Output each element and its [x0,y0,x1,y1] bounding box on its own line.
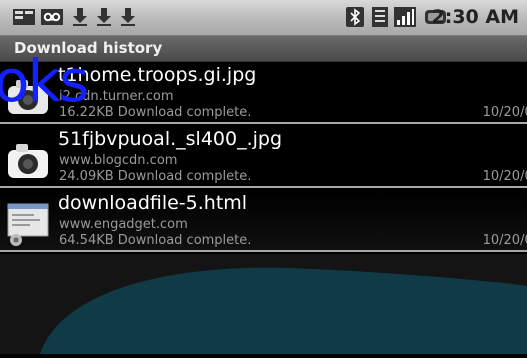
download-date: 10/20/08 [482,105,527,120]
home-wallpaper [0,254,527,354]
wifi-icon [372,7,388,27]
download-icon[interactable] [72,7,88,27]
file-domain: www.blogcdn.com [59,153,178,168]
voicemail-icon[interactable] [40,7,64,27]
file-name: t1home.troops.gi.jpg [58,64,257,86]
camera-icon [8,144,48,178]
download-icon[interactable] [96,7,112,27]
file-name: 51fjbvpuoal._sl400_.jpg [58,128,283,150]
sms-notification-icon[interactable] [12,7,36,27]
download-date: 10/20/08 [482,169,527,184]
download-status: 24.09KB Download complete. [59,169,252,184]
bluetooth-icon [346,7,364,27]
download-status: 16.22KB Download complete. [59,105,252,120]
download-status: 64.54KB Download complete. [59,233,252,248]
list-item[interactable]: downloadfile-5.html www.engadget.com 64.… [0,190,527,252]
file-domain: www.engadget.com [59,217,188,232]
status-bar: 2:30 AM [0,0,527,36]
signal-icon [394,7,416,27]
list-item[interactable]: 51fjbvpuoal._sl400_.jpg www.blogcdn.com … [0,126,527,188]
document-icon [7,203,49,246]
wallpaper-curve-icon [40,267,527,354]
file-name: downloadfile-5.html [58,192,248,214]
download-icon[interactable] [120,7,136,27]
watermark-text: oks [0,47,89,115]
status-time: 2:30 AM [431,6,520,28]
download-date: 10/20/08 [482,233,527,248]
